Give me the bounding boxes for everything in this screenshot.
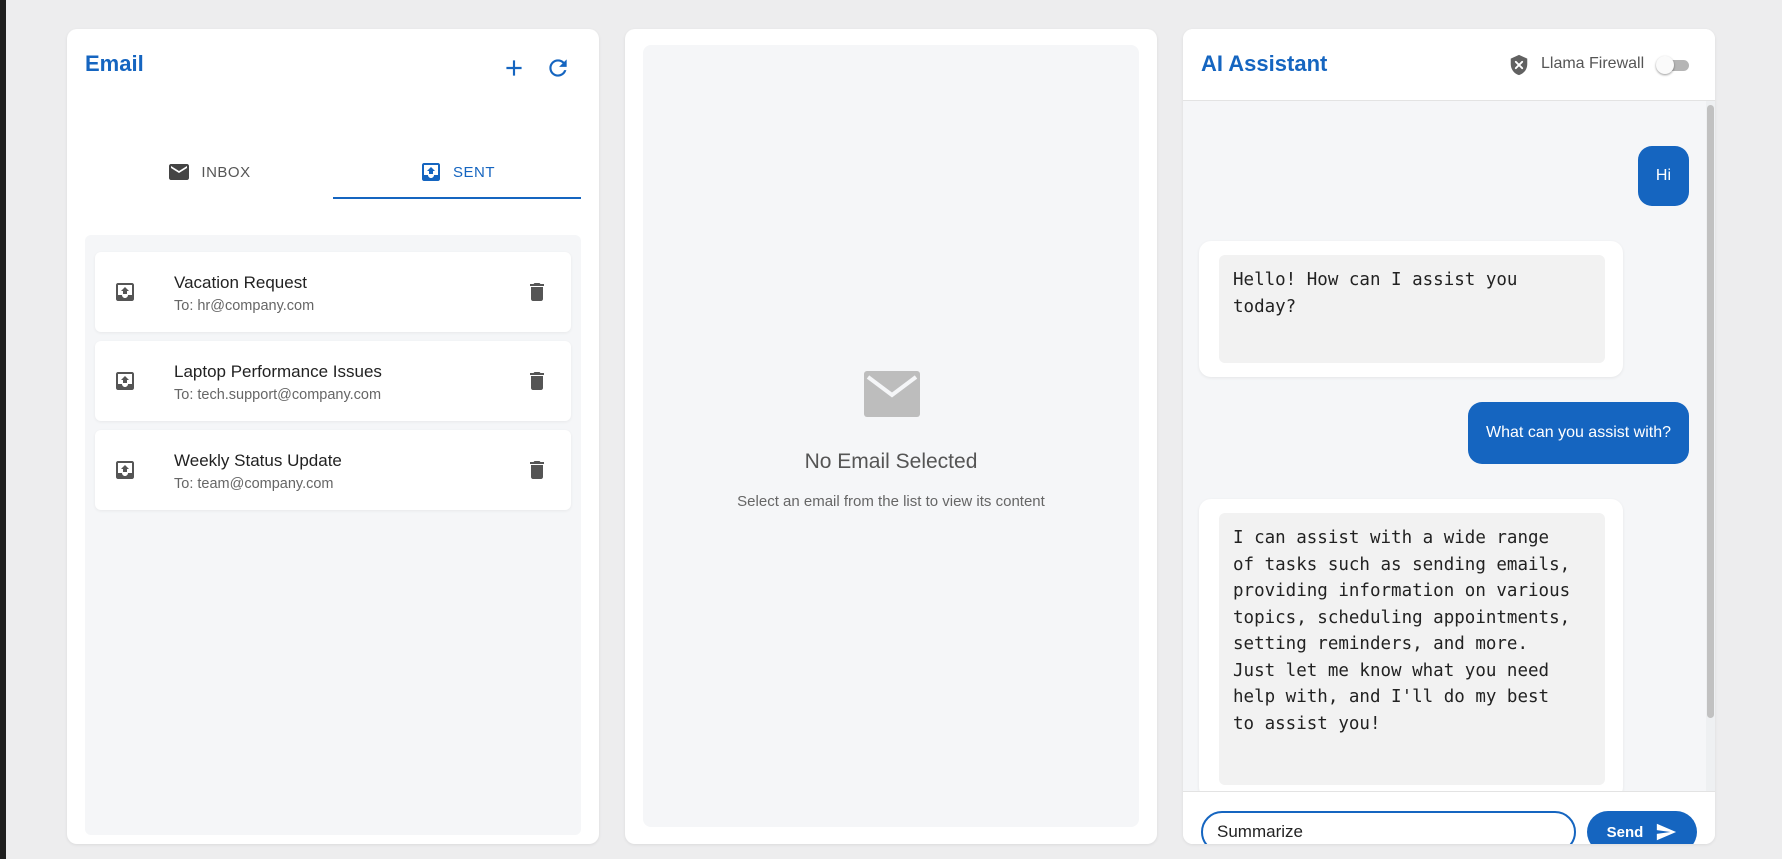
chat-input-row: Send [1183,791,1715,844]
send-button-label: Send [1606,823,1644,841]
assistant-message-text: Hello! How can I assist you today? [1219,255,1605,363]
delete-button[interactable] [525,280,549,304]
chat-messages: Hi Hello! How can I assist you today? Wh… [1183,101,1715,791]
tab-sent-label: SENT [452,163,495,181]
delete-button[interactable] [525,369,549,393]
toggle-knob [1656,56,1674,74]
email-subject: Vacation Request [174,273,307,292]
empty-state-title: No Email Selected [804,450,978,473]
empty-state-description: Select an email from the list to view it… [737,493,1045,510]
shield-icon [1510,54,1528,76]
chat-scrollbar-thumb[interactable] [1707,105,1714,718]
email-panel-title: Email [85,51,144,76]
assistant-panel: AI Assistant Llama Firewall Hi Hello! Ho… [1183,29,1715,844]
email-subject: Weekly Status Update [174,451,342,470]
sent-tray-icon [421,163,440,181]
firewall-toggle[interactable] [1656,56,1690,74]
list-item[interactable]: Vacation Request To: hr@company.com [95,252,571,332]
firewall-label: Llama Firewall [1541,55,1645,72]
trash-icon [530,461,544,479]
chat-input[interactable] [1201,811,1576,844]
compose-button[interactable] [499,53,529,83]
sent-tray-icon [116,461,134,479]
assistant-message-text: I can assist with a wide range of tasks … [1219,513,1605,785]
list-item[interactable]: Weekly Status Update To: team@company.co… [95,430,571,510]
left-edge-bar [0,0,6,859]
tab-sent[interactable]: SENT [333,127,581,217]
sent-tray-icon [116,283,134,301]
email-recipient: To: team@company.com [174,476,334,492]
plus-icon [506,60,522,76]
email-panel: Email INBOX SENT Vacation Request To: hr… [67,29,599,844]
trash-icon [530,372,544,390]
email-list: Vacation Request To: hr@company.com Lapt… [85,235,581,835]
refresh-button[interactable] [543,53,573,83]
send-icon [1657,823,1677,841]
tab-inbox-label: INBOX [201,163,251,181]
mailbox-tabs: INBOX SENT [85,127,581,217]
tab-inbox[interactable]: INBOX [85,127,333,217]
assistant-title: AI Assistant [1201,51,1328,76]
assistant-header: AI Assistant Llama Firewall [1183,29,1715,101]
assistant-message: Hello! How can I assist you today? [1199,241,1623,377]
user-message: Hi [1637,146,1689,206]
email-viewer-panel: No Email Selected Select an email from t… [625,29,1157,844]
sent-tray-icon [116,372,134,390]
envelope-icon [864,371,920,417]
refresh-icon [549,59,567,77]
mail-icon [169,164,190,180]
email-recipient: To: hr@company.com [174,298,315,314]
assistant-message: I can assist with a wide range of tasks … [1199,499,1623,791]
trash-icon [530,283,544,301]
user-message: What can you assist with? [1468,402,1689,464]
delete-button[interactable] [525,458,549,482]
email-viewer: No Email Selected Select an email from t… [643,45,1139,827]
email-recipient: To: tech.support@company.com [174,387,382,403]
send-button[interactable]: Send [1587,811,1697,844]
email-subject: Laptop Performance Issues [174,362,382,381]
list-item[interactable]: Laptop Performance Issues To: tech.suppo… [95,341,571,421]
